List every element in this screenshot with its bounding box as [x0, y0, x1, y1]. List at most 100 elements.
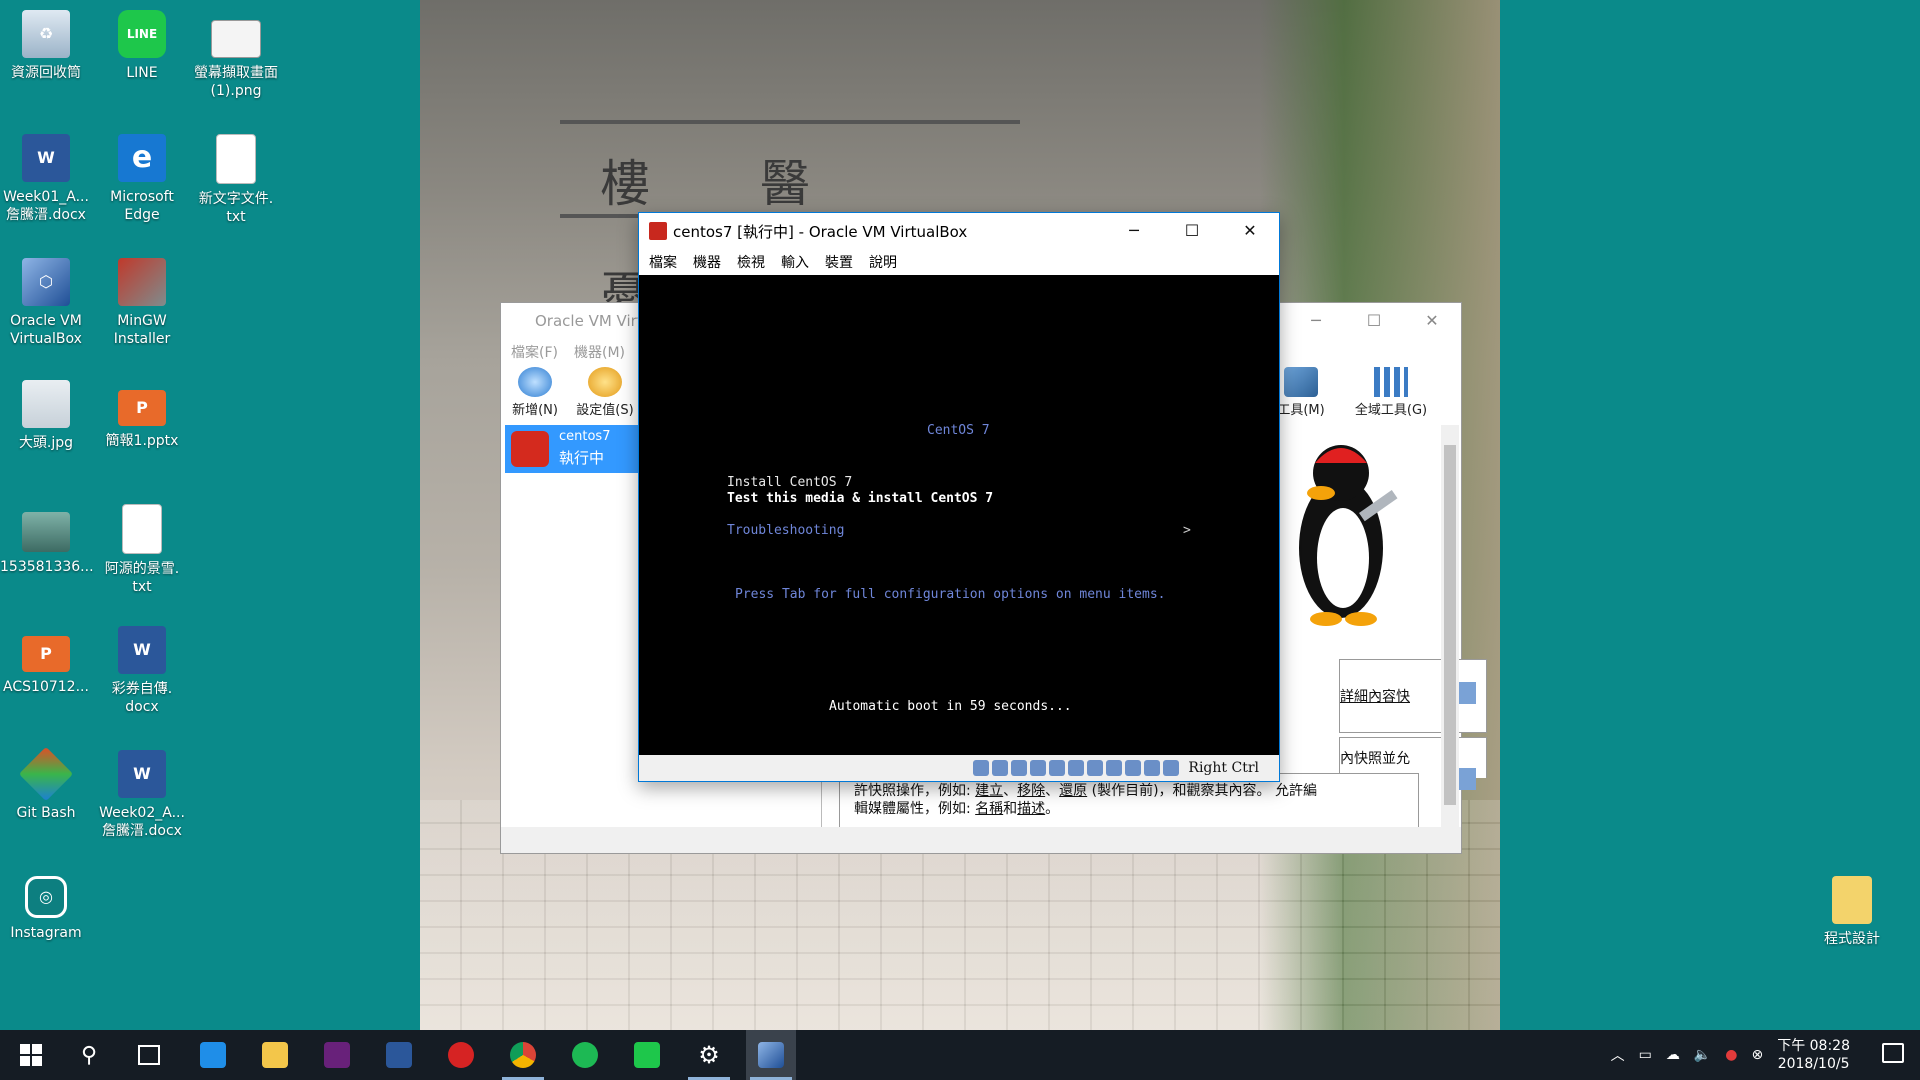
volume-icon[interactable]: 🔈 — [1694, 1047, 1711, 1063]
git-bash-icon — [18, 746, 74, 802]
desktop-icon-mingw[interactable]: MinGW Installer — [96, 254, 188, 348]
taskbar-garena[interactable] — [436, 1030, 486, 1080]
desktop-icon-instagram[interactable]: ◎ Instagram — [0, 872, 92, 942]
desktop-icon-pptx[interactable]: P 簡報1.pptx — [96, 376, 188, 450]
menu-input[interactable]: 輸入 — [781, 252, 809, 272]
vm-display[interactable]: CentOS 7 Install CentOS 7 Test this medi… — [639, 275, 1279, 755]
hard-disk-icon[interactable] — [973, 760, 990, 776]
scrollbar-thumb[interactable] — [1444, 445, 1456, 805]
menu-devices[interactable]: 裝置 — [825, 252, 853, 272]
virtualbox-icon — [758, 1042, 784, 1068]
details-link[interactable]: 詳細內容快 — [1340, 686, 1410, 706]
details-scrollbar[interactable] — [1441, 425, 1459, 833]
shared-folders-icon[interactable] — [1068, 760, 1085, 776]
menu-machine[interactable]: 機器 — [693, 252, 721, 272]
desktop-icon-recycle-bin[interactable]: ♻ 資源回收筒 — [0, 6, 92, 82]
garena-tray-icon[interactable]: ● — [1725, 1047, 1737, 1063]
audio-icon[interactable] — [1011, 760, 1028, 776]
task-view-button[interactable] — [124, 1030, 174, 1080]
edge-icon: e — [118, 134, 166, 182]
boot-option-install[interactable]: Install CentOS 7 — [727, 475, 852, 490]
desktop-icon-line[interactable]: LINE LINE — [96, 6, 188, 82]
taskbar-line[interactable] — [622, 1030, 672, 1080]
desktop-icon-git-bash[interactable]: Git Bash — [0, 746, 92, 822]
snapshot-text-5: 。 — [1045, 801, 1060, 817]
desktop-icon-new-text[interactable]: 新文字文件. txt — [190, 130, 282, 226]
vm-window-centos7[interactable]: centos7 [執行中] - Oracle VM VirtualBox ─ ☐… — [638, 212, 1280, 782]
start-button[interactable] — [6, 1030, 56, 1080]
boot-option-troubleshooting[interactable]: Troubleshooting — [727, 523, 844, 538]
close-button[interactable]: ✕ — [1403, 303, 1461, 339]
desktop-icon-week01-docx[interactable]: W Week01_A... 詹騰溍.docx — [0, 130, 92, 224]
global-tools-label: 全域工具(G) — [1354, 403, 1428, 418]
snapshot-name-link[interactable]: 名稱 — [975, 801, 1003, 817]
usb-icon[interactable] — [1049, 760, 1066, 776]
menu-machine[interactable]: 機器(M) — [574, 342, 625, 362]
word-doc-icon: W — [118, 750, 166, 798]
text-file-icon — [216, 134, 256, 184]
virtualbox-icon: ⬡ — [22, 258, 70, 306]
desktop-icon-text-2[interactable]: 阿源的景雪. txt — [96, 500, 188, 596]
desktop-icon-week02-docx[interactable]: W Week02_A... 詹騰溍.docx — [96, 746, 188, 840]
new-button[interactable]: 新增(N) — [503, 365, 567, 418]
global-tools-button[interactable]: 全域工具(G) — [1351, 365, 1431, 418]
taskbar-visual-studio[interactable] — [312, 1030, 362, 1080]
chevron-up-icon[interactable]: ︿ — [1611, 1045, 1625, 1065]
cpu-icon[interactable] — [1125, 760, 1142, 776]
optical-drive-icon[interactable] — [992, 760, 1009, 776]
snapshot-create-link[interactable]: 建立 — [975, 783, 1003, 799]
taskbar-word[interactable] — [374, 1030, 424, 1080]
system-tray: ︿ ▭ ☁ 🔈 ● ⊗ 下午 08:28 2018/10/5 — [1611, 1030, 1850, 1080]
powerpoint-icon: P — [22, 636, 70, 672]
onedrive-icon[interactable]: ☁ — [1666, 1047, 1680, 1063]
details-pane: 詳細內容快 — [1339, 659, 1487, 733]
snapshot-restore-link[interactable]: 還原 — [1059, 783, 1087, 799]
settings-button[interactable]: 設定值(S) — [573, 365, 637, 418]
taskbar-file-explorer[interactable] — [250, 1030, 300, 1080]
close-button[interactable]: ✕ — [1221, 213, 1279, 249]
desktop-icon-acs-pptx[interactable]: P ACS10712... — [0, 622, 92, 696]
action-center-icon[interactable] — [1882, 1043, 1904, 1063]
taskbar-chrome[interactable] — [498, 1030, 548, 1080]
video-capture-icon[interactable] — [1106, 760, 1123, 776]
network-icon[interactable] — [1030, 760, 1047, 776]
desktop-icon-docx-2[interactable]: W 彩券自傳. docx — [96, 622, 188, 716]
visual-studio-icon — [324, 1042, 350, 1068]
maximize-button[interactable]: ☐ — [1163, 213, 1221, 249]
clock-date: 2018/10/5 — [1777, 1056, 1850, 1072]
clock[interactable]: 下午 08:28 2018/10/5 — [1777, 1037, 1850, 1073]
vm-list-item-centos7[interactable]: centos7 執行中 — [505, 425, 639, 473]
desktop-icon-photo-2[interactable]: 153581336... — [0, 500, 94, 576]
menu-file[interactable]: 檔案 — [649, 252, 677, 272]
desktop-icon-screenshot[interactable]: 螢幕擷取畫面 (1).png — [190, 6, 282, 100]
taskbar-edge[interactable] — [188, 1030, 238, 1080]
manager-title: Oracle VM Virt — [535, 312, 643, 330]
powerpoint-icon: P — [118, 390, 166, 426]
manager-window-controls: ─ ☐ ✕ — [1287, 303, 1461, 339]
new-icon — [518, 367, 552, 397]
menu-file[interactable]: 檔案(F) — [511, 342, 558, 362]
taskbar-settings[interactable]: ⚙ — [684, 1030, 734, 1080]
search-icon: ⚲ — [80, 1042, 98, 1068]
taskbar-virtualbox[interactable] — [746, 1030, 796, 1080]
minimize-button[interactable]: ─ — [1105, 213, 1163, 249]
taskbar-spotify[interactable] — [560, 1030, 610, 1080]
desktop-icon-folder[interactable]: 程式設計 — [1806, 872, 1898, 948]
menu-help[interactable]: 說明 — [869, 252, 897, 272]
snapshot-remove-link[interactable]: 移除 — [1017, 783, 1045, 799]
sign-char-1: 樓 — [600, 155, 650, 213]
search-button[interactable]: ⚲ — [64, 1030, 114, 1080]
maximize-button[interactable]: ☐ — [1345, 303, 1403, 339]
display-icon[interactable] — [1087, 760, 1104, 776]
close-circle-icon[interactable]: ⊗ — [1751, 1047, 1763, 1063]
desktop-icon-edge[interactable]: e Microsoft Edge — [96, 130, 188, 224]
boot-option-test-install[interactable]: Test this media & install CentOS 7 — [727, 491, 993, 506]
battery-icon[interactable]: ▭ — [1639, 1047, 1652, 1063]
mouse-integration-icon[interactable] — [1144, 760, 1161, 776]
desktop-icon-photo[interactable]: 大頭.jpg — [0, 376, 92, 452]
desktop-icon-virtualbox[interactable]: ⬡ Oracle VM VirtualBox — [0, 254, 92, 348]
minimize-button[interactable]: ─ — [1287, 303, 1345, 339]
menu-view[interactable]: 檢視 — [737, 252, 765, 272]
snapshot-desc-link[interactable]: 描述 — [1017, 801, 1045, 817]
keyboard-capture-icon[interactable] — [1163, 760, 1180, 776]
